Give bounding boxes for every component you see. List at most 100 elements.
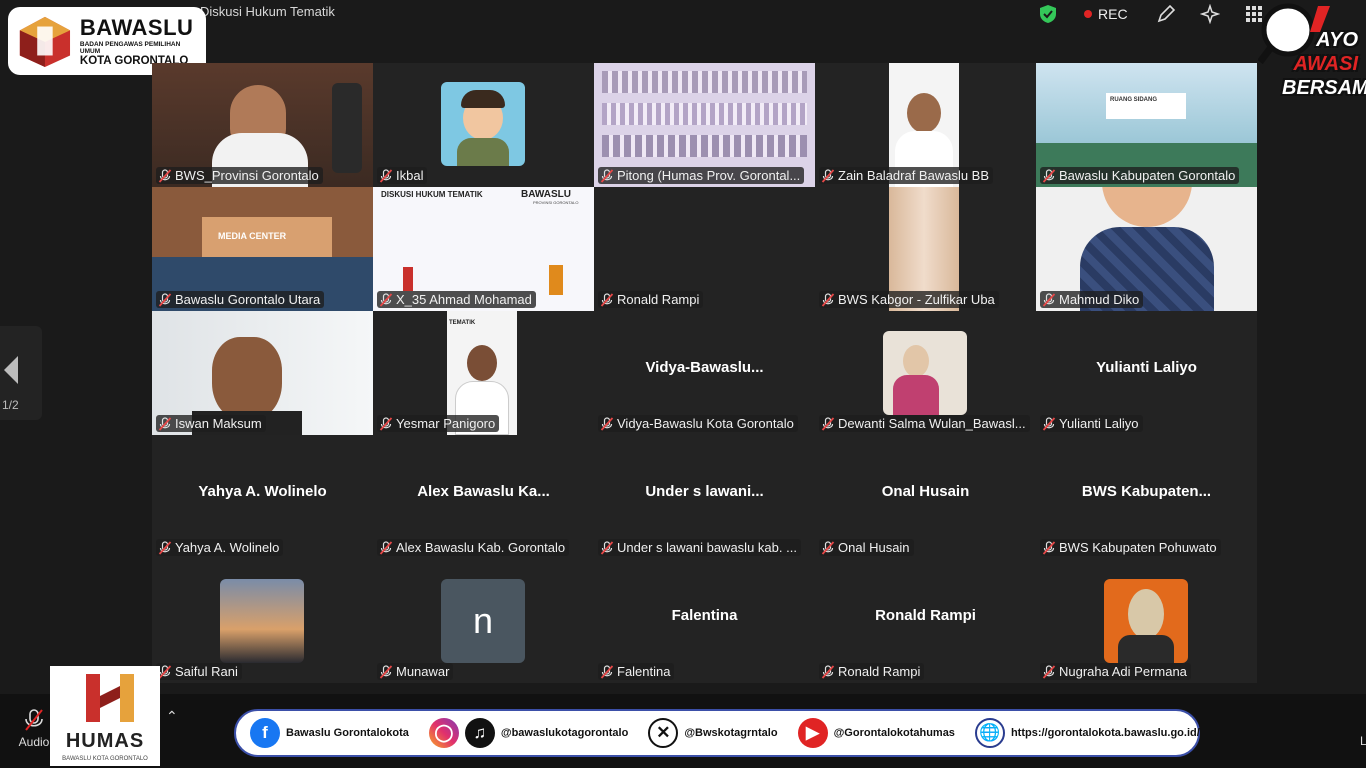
participant-name: Yulianti Laliyo [1059,416,1139,431]
participant-name-label: Bawaslu Kabupaten Gorontalo [1040,167,1240,184]
participant-name: BWS Kabupaten Pohuwato [1059,540,1217,555]
participant-tile[interactable]: Onal Husain Onal Husain [815,435,1036,559]
sparkle-icon[interactable] [1200,4,1220,24]
mic-muted-icon [821,416,835,431]
participant-tile[interactable]: TEMATIK Yesmar Panigoro [373,311,594,435]
participant-photo [883,331,967,415]
participant-name: Falentina [617,664,671,679]
participant-display-name: Vidya-Bawaslu... [645,359,764,376]
mic-muted-icon [379,416,393,431]
pen-icon[interactable] [1156,4,1176,24]
participant-display-name: Alex Bawaslu Ka... [417,483,550,500]
humas-emblem-icon [86,674,134,722]
participant-name: X_35 Ahmad Mohamad [396,292,532,307]
mic-muted-icon [158,416,172,431]
participant-name-label: Iswan Maksum [156,415,266,432]
participant-name: BWS_Provinsi Gorontalo [175,168,319,183]
participant-name: Under s lawani bawaslu kab. ... [617,540,797,555]
participant-tile[interactable]: Mahmud Diko [1036,187,1257,311]
recording-indicator[interactable]: REC [1084,6,1128,22]
previous-page-button[interactable]: 1/2 [0,326,42,420]
participant-name-label: Onal Husain [819,539,914,556]
humas-subtitle: BAWASLU KOTA GORONTALO [62,756,148,762]
participant-name-label: Yahya A. Wolinelo [156,539,284,556]
participant-tile[interactable]: Dewanti Salma Wulan_Bawasl... [815,311,1036,435]
participant-name: Onal Husain [838,540,910,555]
participant-name-label: Yesmar Panigoro [377,415,500,432]
participant-name: Ikbal [396,168,424,183]
meeting-title: Diskusi Hukum Tematik [200,4,335,19]
tiktok-handle: @bawaslukotagorontalo [500,727,629,739]
participant-name: Munawar [396,664,450,679]
instagram-icon[interactable]: ◯ [428,718,459,748]
mic-muted-icon [379,540,393,555]
participant-display-name: Yulianti Laliyo [1096,359,1197,376]
participant-tile[interactable]: Ronald Rampi Ronald Rampi [815,559,1036,683]
mic-muted-icon [158,540,172,555]
mic-muted-icon [1042,292,1056,307]
participant-name: Yesmar Panigoro [396,416,496,431]
toolbar-right-label[interactable]: L [1360,734,1366,748]
participant-name-label: Munawar [377,663,454,680]
shield-icon[interactable] [1040,5,1056,23]
participant-name: Bawaslu Gorontalo Utara [175,292,321,307]
mic-muted-icon [600,664,614,679]
website-link[interactable]: 🌐 https://gorontalokota.bawaslu.go.id/ [974,718,1200,748]
chevron-up-icon[interactable]: ⌃ [166,708,178,725]
participant-tile[interactable]: BWS Kabupaten... BWS Kabupaten Pohuwato [1036,435,1257,559]
participant-name: Ronald Rampi [838,664,921,679]
participant-name-label: Pitong (Humas Prov. Gorontal... [598,167,805,184]
participant-name-label: Alex Bawaslu Kab. Gorontalo [377,539,570,556]
participant-tile[interactable]: n Munawar [373,559,594,683]
participant-name: Mahmud Diko [1059,292,1140,307]
participant-display-name: Ronald Rampi [875,607,976,624]
participant-display-name: Falentina [671,607,738,624]
audio-button[interactable]: Audio [14,708,54,749]
participant-tile[interactable]: Falentina Falentina [594,559,815,683]
participant-tile[interactable]: Ikbal [373,63,594,187]
participant-tile[interactable]: Zain Baladraf Bawaslu BB [815,63,1036,187]
participant-tile[interactable]: BWS_Provinsi Gorontalo [152,63,373,187]
participant-name: Alex Bawaslu Kab. Gorontalo [396,540,566,555]
youtube-handle: @Gorontalokotahumas [833,727,955,739]
participant-name-label: Zain Baladraf Bawaslu BB [819,167,994,184]
participant-photo [1104,579,1188,663]
tiktok-link[interactable]: ♫ @bawaslukotagorontalo [464,718,629,748]
participant-name-label: Ronald Rampi [598,291,704,308]
participant-tile[interactable]: Pitong (Humas Prov. Gorontal... [594,63,815,187]
participant-name-label: Saiful Rani [156,663,242,680]
participant-tile[interactable]: Yahya A. Wolinelo Yahya A. Wolinelo [152,435,373,559]
participant-tile[interactable]: DISKUSI HUKUM TEMATIK BAWASLU PROVINSI GOR… [373,187,594,311]
mic-muted-icon [158,168,172,183]
participant-name: Zain Baladraf Bawaslu BB [838,168,990,183]
participant-name: Bawaslu Kabupaten Gorontalo [1059,168,1236,183]
x-link[interactable]: ✕ @Bwskotagrntalo [648,718,778,748]
humas-logo: HUMAS BAWASLU KOTA GORONTALO [50,666,160,766]
participant-tile[interactable]: Nugraha Adi Permana [1036,559,1257,683]
participant-tile[interactable]: Saiful Rani [152,559,373,683]
x-handle: @Bwskotagrntalo [684,727,778,739]
participant-photo [220,579,304,663]
ayo-awasi-bersama-logo: AYO AWASI BERSAMA [1258,2,1366,108]
mic-muted-icon [600,292,614,307]
facebook-link[interactable]: f Bawaslu Gorontalokota [250,718,409,748]
mic-muted-icon [600,168,614,183]
facebook-handle: Bawaslu Gorontalokota [286,727,409,739]
participant-name: Dewanti Salma Wulan_Bawasl... [838,416,1026,431]
website-url: https://gorontalokota.bawaslu.go.id/ [1010,727,1200,739]
bawaslu-name: BAWASLU [79,15,194,40]
participant-tile[interactable]: Vidya-Bawaslu... Vidya-Bawaslu Kota Goron… [594,311,815,435]
youtube-link[interactable]: ▶ @Gorontalokotahumas [797,718,955,748]
participant-tile[interactable]: BWS Kabgor - Zulfikar Uba [815,187,1036,311]
participant-tile[interactable]: RUANG SIDANG Bawaslu Kabupaten Gorontalo [1036,63,1257,187]
participant-name-label: Bawaslu Gorontalo Utara [156,291,325,308]
participant-tile[interactable]: Alex Bawaslu Ka... Alex Bawaslu Kab. Goro… [373,435,594,559]
participant-tile[interactable]: MEDIA CENTER Bawaslu Gorontalo Utara [152,187,373,311]
participant-tile[interactable]: Under s lawani... Under s lawani bawaslu … [594,435,815,559]
participant-tile[interactable]: Ronald Rampi [594,187,815,311]
globe-icon: 🌐 [974,718,1005,748]
participant-tile[interactable]: Yulianti Laliyo Yulianti Laliyo [1036,311,1257,435]
participant-tile[interactable]: Iswan Maksum [152,311,373,435]
mic-muted-icon [821,292,835,307]
participant-name-label: Vidya-Bawaslu Kota Gorontalo [598,415,798,432]
